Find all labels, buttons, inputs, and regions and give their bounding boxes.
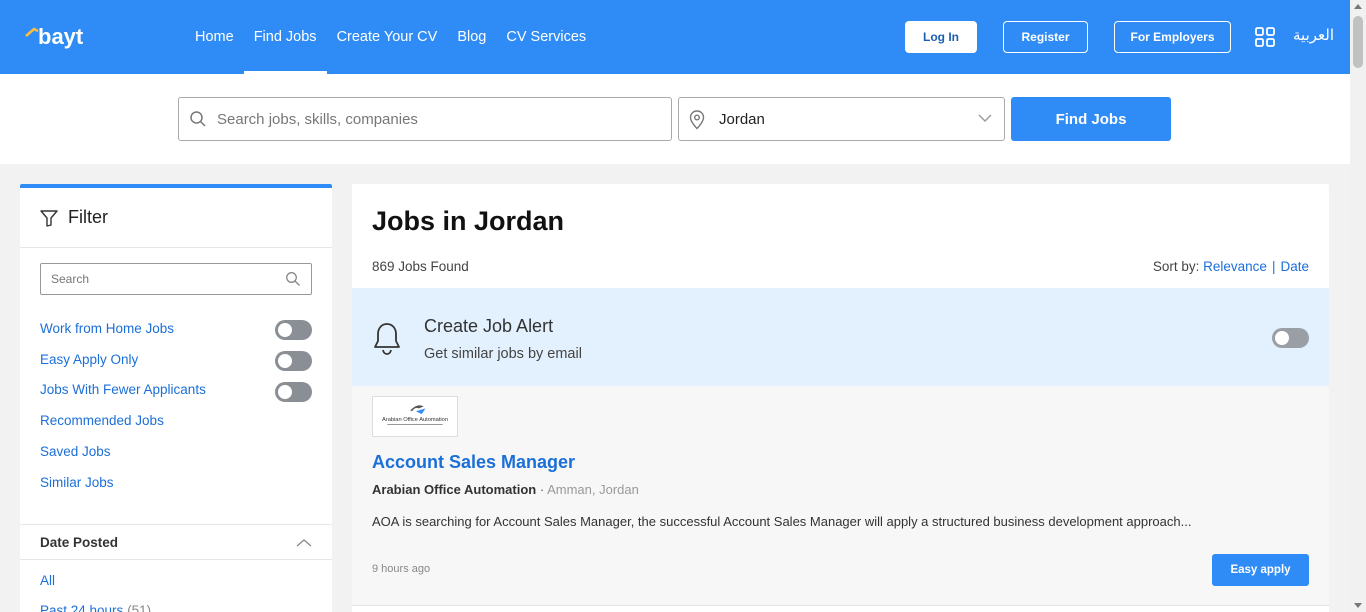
page-title: Jobs in Jordan (372, 206, 565, 236)
language-switch[interactable]: العربية (1293, 26, 1334, 44)
job-location: Amman, Jordan (547, 482, 639, 497)
bayt-logo[interactable]: bayt (24, 22, 114, 52)
easy-apply-button[interactable]: Easy apply (1212, 554, 1309, 586)
nav-home[interactable]: Home (185, 0, 244, 74)
job-title-link[interactable]: Account Sales Manager (372, 452, 575, 473)
date-option-label: Past 24 hours (40, 603, 124, 612)
search-icon (286, 272, 300, 286)
main-nav: Home Find Jobs Create Your CV Blog CV Se… (185, 0, 596, 74)
svg-text:Arabian Office Automation: Arabian Office Automation (382, 417, 448, 423)
sort-label: Sort by: (1152, 259, 1200, 274)
job-description: AOA is searching for Account Sales Manag… (372, 514, 1192, 529)
filter-search-input[interactable] (51, 264, 276, 294)
sort-control: Sort by: Relevance | Date (1153, 259, 1309, 274)
company-logo[interactable]: Arabian Office Automation (372, 396, 458, 437)
search-icon (190, 111, 206, 127)
fewer-applicants-toggle[interactable] (275, 382, 312, 402)
job-alert-subtitle: Get similar jobs by email (424, 346, 582, 362)
location-value: Jordan (719, 111, 765, 128)
date-option-all[interactable]: All (40, 573, 55, 588)
date-option-past-24h[interactable]: Past 24 hours (51) (40, 603, 151, 612)
date-posted-label: Date Posted (40, 535, 119, 550)
chevron-up-icon[interactable] (296, 538, 312, 548)
grid-apps-icon[interactable] (1255, 27, 1275, 47)
bell-icon (374, 323, 400, 355)
filter-work-from-home[interactable]: Work from Home Jobs (40, 321, 174, 336)
location-select[interactable]: Jordan (678, 97, 1005, 141)
jobs-found-count: 869 Jobs Found (372, 259, 469, 274)
sort-separator: | (1271, 259, 1276, 274)
results-panel: Jobs in Jordan 869 Jobs Found Sort by: R… (352, 184, 1329, 612)
nav-find-jobs[interactable]: Find Jobs (243, 0, 327, 74)
filter-fewer-applicants[interactable]: Jobs With Fewer Applicants (40, 382, 206, 397)
job-meta: Arabian Office Automation · Amman, Jorda… (372, 482, 639, 497)
scroll-thumb[interactable] (1353, 16, 1363, 68)
work-from-home-toggle[interactable] (275, 320, 312, 340)
recommended-jobs-link[interactable]: Recommended Jobs (40, 413, 164, 428)
filter-funnel-icon (40, 210, 58, 227)
search-bar: Jordan Find Jobs (0, 74, 1350, 164)
scroll-down-arrow-icon[interactable] (1354, 603, 1362, 608)
job-alert-title: Create Job Alert (424, 316, 554, 336)
keyword-search-input[interactable] (217, 98, 657, 140)
top-header: bayt Home Find Jobs Create Your CV Blog … (0, 0, 1350, 74)
job-alert-banner: Create Job Alert Get similar jobs by ema… (352, 288, 1329, 386)
easy-apply-toggle[interactable] (275, 351, 312, 371)
filter-search[interactable] (40, 263, 312, 295)
filter-header: Filter (20, 188, 332, 248)
sort-relevance[interactable]: Relevance (1203, 259, 1267, 274)
filter-title: Filter (68, 207, 108, 227)
login-button[interactable]: Log In (905, 21, 977, 53)
job-posted-time: 9 hours ago (372, 563, 431, 575)
svg-text:bayt: bayt (38, 24, 84, 49)
similar-jobs-link[interactable]: Similar Jobs (40, 475, 114, 490)
keyword-search[interactable] (178, 97, 672, 141)
job-card[interactable]: Arabian Office Automation Account Sales … (352, 386, 1329, 606)
scroll-up-arrow-icon[interactable] (1354, 4, 1362, 9)
filter-panel: Filter Work from Home Jobs Easy Apply On… (20, 184, 332, 612)
page-scrollbar[interactable] (1350, 0, 1366, 612)
sort-date[interactable]: Date (1280, 259, 1309, 274)
job-alert-toggle[interactable] (1272, 328, 1309, 348)
nav-blog[interactable]: Blog (447, 0, 496, 74)
nav-create-cv[interactable]: Create Your CV (327, 0, 448, 74)
nav-cv-services[interactable]: CV Services (496, 0, 596, 74)
register-button[interactable]: Register (1003, 21, 1088, 53)
for-employers-button[interactable]: For Employers (1114, 21, 1231, 53)
location-pin-icon (689, 110, 705, 130)
meta-separator: · (539, 482, 545, 497)
filter-easy-apply[interactable]: Easy Apply Only (40, 352, 138, 367)
company-name[interactable]: Arabian Office Automation (372, 482, 536, 497)
chevron-down-icon (978, 114, 992, 122)
find-jobs-button[interactable]: Find Jobs (1011, 97, 1171, 141)
date-posted-section[interactable]: Date Posted (20, 524, 332, 560)
date-option-count: (51) (127, 603, 152, 612)
saved-jobs-link[interactable]: Saved Jobs (40, 444, 111, 459)
